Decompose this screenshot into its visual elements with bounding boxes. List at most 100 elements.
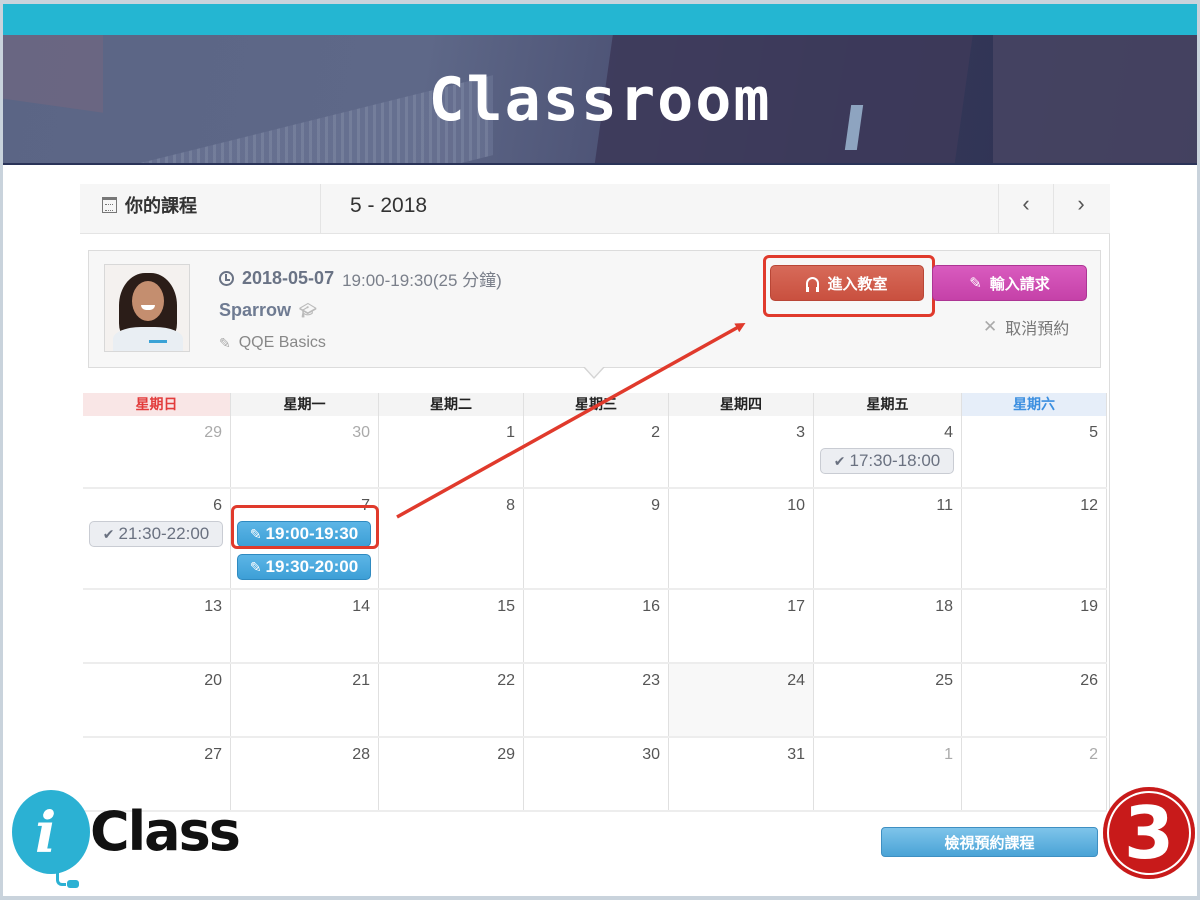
booked-lesson-event[interactable]: ✎ 19:30-20:00 (237, 554, 371, 580)
weekday-label: 星期四 (669, 393, 814, 416)
day-number: 12 (1080, 497, 1098, 514)
day-number: 29 (204, 424, 222, 441)
calendar-title-label: 你的課程 (125, 196, 197, 216)
day-number: 22 (497, 672, 515, 689)
lesson-date: 2018-05-07 (242, 268, 335, 288)
weekday-label: 星期六 (962, 393, 1107, 416)
day-number: 2 (651, 424, 660, 441)
calendar-day-cell[interactable]: 30 (524, 738, 669, 810)
next-month-button[interactable]: › (1053, 184, 1108, 234)
cancel-booking-button[interactable]: ✕ 取消預約 (983, 315, 1069, 339)
weekday-label: 星期二 (379, 393, 524, 416)
calendar-day-cell[interactable]: 6 ✔ 21:30-22:00 (83, 489, 231, 588)
calendar-day-cell[interactable]: 8 (379, 489, 524, 588)
teacher-name[interactable]: Sparrow (219, 300, 291, 321)
weekday-label: 星期三 (524, 393, 669, 416)
teacher-avatar (104, 264, 190, 352)
clock-icon (219, 271, 234, 286)
day-number: 23 (642, 672, 660, 689)
pencil-icon: ✎ (219, 334, 231, 351)
view-bookings-button[interactable]: 檢視預約課程 (881, 827, 1098, 857)
request-label: 輸入請求 (989, 275, 1050, 293)
day-number: 30 (642, 746, 660, 763)
calendar-day-cell[interactable]: 23 (524, 664, 669, 736)
weekday-header: 星期日 星期一 星期二 星期三 星期四 星期五 星期六 (83, 393, 1107, 416)
day-number: 19 (1080, 598, 1098, 615)
calendar-header: 你的課程 5 - 2018 ‹ › (80, 184, 1110, 234)
weekday-label: 星期一 (231, 393, 379, 416)
course-name: QQE Basics (238, 334, 326, 351)
event-time: 17:30-18:00 (849, 451, 941, 470)
calendar-day-cell[interactable]: 9 (524, 489, 669, 588)
highlight-box-event (231, 505, 379, 549)
day-number: 31 (787, 746, 805, 763)
completed-lesson-event[interactable]: ✔ 17:30-18:00 (820, 448, 954, 474)
calendar-day-cell[interactable]: 5 (962, 416, 1107, 487)
day-number: 14 (352, 598, 370, 615)
day-number: 2 (1089, 746, 1098, 763)
pencil-icon: ✎ (969, 275, 982, 292)
calendar-day-cell[interactable]: 29 (83, 416, 231, 487)
calendar-day-cell[interactable]: 24 (669, 664, 814, 736)
calendar-day-cell[interactable]: 22 (379, 664, 524, 736)
calendar-week-row: 13 14 15 16 17 18 19 (83, 590, 1107, 664)
banner: Classroom (3, 35, 1197, 165)
calendar-day-cell[interactable]: 2 (962, 738, 1107, 810)
lesson-popover: 2018-05-07 19:00-19:30(25 分鐘) Sparrow 🎓︎… (88, 250, 1101, 379)
calendar-day-cell[interactable]: 20 (83, 664, 231, 736)
close-icon: ✕ (983, 317, 998, 336)
day-number: 10 (787, 497, 805, 514)
logo-text: Class (90, 800, 241, 863)
calendar-day-cell[interactable]: 16 (524, 590, 669, 662)
calendar-day-cell[interactable]: 1 (379, 416, 524, 487)
calendar-day-cell[interactable]: 11 (814, 489, 962, 588)
check-icon: ✔ (833, 452, 846, 469)
day-number: 21 (352, 672, 370, 689)
day-number: 6 (213, 497, 222, 514)
calendar-week-row: 29 30 1 2 3 4 ✔ 17:30-18:00 5 (83, 416, 1107, 489)
day-number: 1 (506, 424, 515, 441)
calendar: 你的課程 5 - 2018 ‹ › 2018-05-07 19:00-19:30… (80, 184, 1110, 812)
calendar-day-cell[interactable]: 15 (379, 590, 524, 662)
calendar-day-cell[interactable]: 2 (524, 416, 669, 487)
day-number: 8 (506, 497, 515, 514)
lesson-time: 19:00-19:30(25 分鐘) (342, 271, 502, 290)
iclass-logo: i Class (8, 786, 241, 896)
calendar-day-cell[interactable]: 4 ✔ 17:30-18:00 (814, 416, 962, 487)
popover-arrow (583, 366, 605, 379)
calendar-week-row: 20 21 22 23 24 25 26 (83, 664, 1107, 738)
calendar-day-cell[interactable]: 26 (962, 664, 1107, 736)
prev-month-button[interactable]: ‹ (998, 184, 1053, 234)
calendar-icon (102, 197, 117, 213)
calendar-day-cell[interactable]: 19 (962, 590, 1107, 662)
calendar-day-cell[interactable]: 1 (814, 738, 962, 810)
day-number: 26 (1080, 672, 1098, 689)
logo-i: i (35, 800, 57, 866)
day-number: 9 (651, 497, 660, 514)
calendar-day-cell[interactable]: 12 (962, 489, 1107, 588)
calendar-day-cell[interactable]: 31 (669, 738, 814, 810)
day-number: 27 (204, 746, 222, 763)
day-number: 20 (204, 672, 222, 689)
completed-lesson-event[interactable]: ✔ 21:30-22:00 (89, 521, 223, 547)
calendar-day-cell[interactable]: 29 (379, 738, 524, 810)
calendar-day-cell[interactable]: 13 (83, 590, 231, 662)
calendar-day-cell[interactable]: 28 (231, 738, 379, 810)
calendar-day-cell[interactable]: 25 (814, 664, 962, 736)
calendar-day-cell[interactable]: 18 (814, 590, 962, 662)
request-button[interactable]: ✎ 輸入請求 (932, 265, 1087, 301)
calendar-day-cell[interactable]: 3 (669, 416, 814, 487)
calendar-day-cell[interactable]: 14 (231, 590, 379, 662)
calendar-day-cell[interactable]: 17 (669, 590, 814, 662)
month-label: 5 - 2018 (350, 194, 428, 217)
day-number: 16 (642, 598, 660, 615)
day-number: 11 (936, 497, 953, 514)
calendar-day-cell[interactable]: 10 (669, 489, 814, 588)
day-number: 3 (796, 424, 805, 441)
calendar-day-cell[interactable]: 30 (231, 416, 379, 487)
step-number-badge: 3 (1103, 787, 1195, 879)
day-number: 25 (935, 672, 953, 689)
check-icon: ✔ (102, 525, 115, 542)
calendar-day-cell[interactable]: 21 (231, 664, 379, 736)
teacher: Sparrow 🎓︎ (219, 300, 317, 321)
